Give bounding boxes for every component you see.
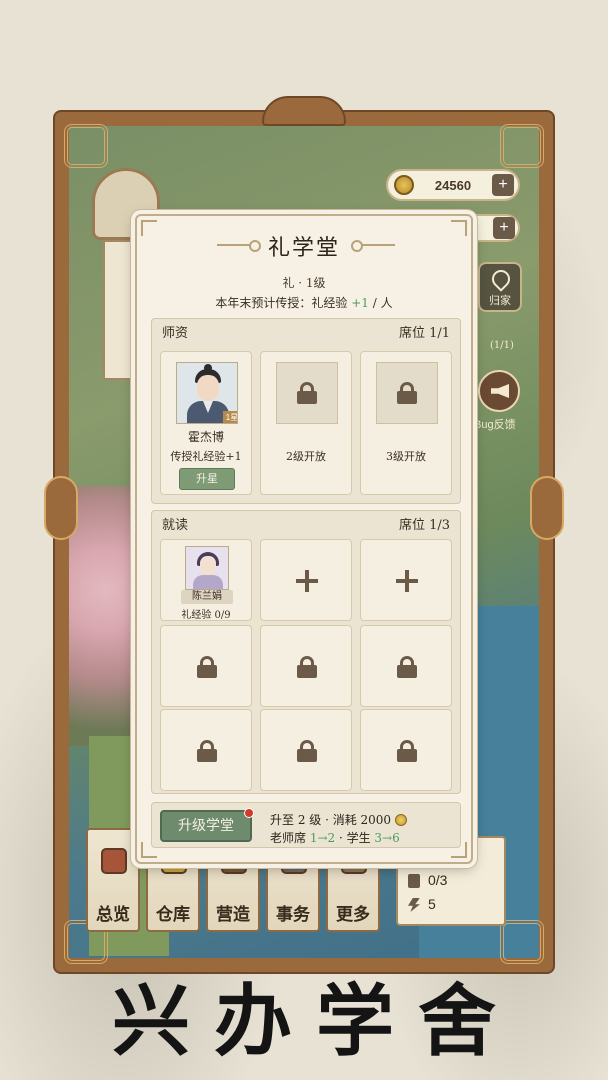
student-exp: 礼经验 0/9 bbox=[181, 610, 231, 621]
teacher-seat-change: 1→2 bbox=[309, 831, 336, 845]
locked-student-slot[interactable] bbox=[260, 625, 352, 707]
student-seat-label: · 学生 bbox=[335, 831, 375, 845]
coin-counter: 24560 + bbox=[386, 169, 520, 201]
coin-icon bbox=[394, 814, 407, 826]
locked-student-slot[interactable] bbox=[360, 625, 452, 707]
teachers-seats: 席位 1/1 bbox=[398, 325, 450, 341]
home-button[interactable]: 归家 bbox=[478, 262, 522, 312]
student-portrait[interactable] bbox=[185, 546, 229, 590]
student-seat-change: 3→6 bbox=[374, 831, 400, 845]
nav-tab-label: 事务 bbox=[276, 905, 310, 925]
level-text: 礼 · 1级 bbox=[282, 276, 326, 290]
teachers-title: 师资 bbox=[162, 325, 189, 341]
locked-student-slot[interactable] bbox=[360, 709, 452, 791]
upgrade-school-button[interactable]: 升级学堂 bbox=[160, 808, 254, 842]
teachers-section: 师资 席位 1/1 1星 霍杰博 传授礼经验+1 升星 2级开放 3级开放 bbox=[151, 318, 461, 504]
promo-banner-title: 兴办学舍 bbox=[111, 976, 520, 1067]
students-header: 就读 席位 1/3 bbox=[152, 511, 460, 535]
upgrade-cost-text: 升至 2 级 · 消耗 2000 bbox=[270, 811, 407, 828]
lock-icon bbox=[297, 656, 317, 678]
upgrade-benefit-text: 老师席 1→2 · 学生 3→6 bbox=[270, 829, 400, 846]
add-student-slot[interactable] bbox=[260, 539, 352, 621]
teacher-portrait[interactable]: 1星 bbox=[176, 362, 238, 424]
people-count: 0/3 bbox=[428, 872, 448, 888]
locked-teacher-slot[interactable]: 2级开放 bbox=[260, 351, 352, 495]
upgrade-cost-value: 2000 bbox=[360, 813, 392, 827]
megaphone-icon bbox=[491, 384, 509, 398]
nav-tab-overview[interactable]: 总览 bbox=[86, 828, 140, 932]
add-coins-button[interactable]: + bbox=[492, 174, 514, 196]
locked-student-slot[interactable] bbox=[160, 709, 252, 791]
student-name: 陈兰娟 bbox=[181, 590, 233, 604]
person-icon bbox=[408, 874, 420, 888]
plus-icon bbox=[296, 570, 318, 592]
locked-student-slot[interactable] bbox=[260, 709, 352, 791]
nav-tab-label: 总览 bbox=[96, 905, 130, 925]
energy-count: 5 bbox=[428, 896, 436, 912]
frame-side-ornament bbox=[44, 476, 78, 540]
title-ornament bbox=[351, 240, 395, 252]
bug-feedback-button[interactable] bbox=[478, 370, 520, 412]
frame-corner bbox=[500, 124, 544, 168]
seat-mini-label: (1/1) bbox=[490, 340, 514, 351]
coin-value: 24560 bbox=[434, 177, 472, 193]
school-dialog: 礼学堂 礼 · 1级 本年末预计传授：礼经验 +1 / 人 师资 席位 1/1 … bbox=[135, 214, 473, 864]
lock-icon bbox=[297, 382, 317, 404]
student-robe bbox=[193, 575, 223, 589]
plus-icon bbox=[396, 570, 418, 592]
students-title: 就读 bbox=[162, 517, 189, 533]
upgrade-bar: 升级学堂 升至 2 级 · 消耗 2000 老师席 1→2 · 学生 3→6 bbox=[151, 802, 461, 848]
frame-top-ornament bbox=[262, 96, 346, 126]
student-slot[interactable]: 陈兰娟 礼经验 0/9 bbox=[160, 539, 252, 621]
lock-frame bbox=[276, 362, 338, 424]
lock-icon bbox=[397, 382, 417, 404]
nav-tab-label: 营造 bbox=[216, 905, 250, 925]
locked-teacher-slot[interactable]: 3级开放 bbox=[360, 351, 452, 495]
dialog-title: 礼学堂 bbox=[267, 236, 340, 261]
teacher-bun bbox=[204, 364, 212, 372]
star-badge: 1星 bbox=[223, 411, 237, 423]
bug-feedback-label: Bug反馈 bbox=[474, 419, 516, 431]
students-seats: 席位 1/3 bbox=[398, 517, 450, 533]
locked-student-slot[interactable] bbox=[160, 625, 252, 707]
frame-corner bbox=[64, 124, 108, 168]
teacher-name: 霍杰博 bbox=[187, 430, 224, 444]
frame-side-ornament bbox=[530, 476, 564, 540]
lock-frame bbox=[376, 362, 438, 424]
teacher-face bbox=[197, 375, 219, 401]
forecast-prefix: 本年末预计传授：礼经验 bbox=[215, 296, 352, 310]
upgrade-cost-prefix: 升至 2 级 · 消耗 bbox=[270, 813, 361, 827]
teacher-desc: 传授礼经验+1 bbox=[170, 450, 242, 463]
forecast-value: +1 bbox=[351, 296, 369, 310]
coin-icon bbox=[394, 175, 414, 195]
forecast-suffix: / 人 bbox=[368, 296, 393, 310]
teachers-header: 师资 席位 1/1 bbox=[152, 319, 460, 343]
lock-icon bbox=[297, 740, 317, 762]
location-pin-icon bbox=[488, 266, 514, 292]
students-section: 就读 席位 1/3 陈兰娟 礼经验 0/9 bbox=[151, 510, 461, 794]
upgrade-star-button[interactable]: 升星 bbox=[179, 468, 235, 490]
unlock-caption: 2级开放 bbox=[286, 450, 326, 463]
home-button-label: 归家 bbox=[489, 294, 511, 307]
nav-tab-label: 仓库 bbox=[156, 905, 190, 925]
lock-icon bbox=[197, 740, 217, 762]
nav-tab-label: 更多 bbox=[336, 905, 370, 925]
forecast-text: 本年末预计传授：礼经验 +1 / 人 bbox=[137, 294, 471, 311]
lock-icon bbox=[397, 740, 417, 762]
scroll-icon bbox=[101, 848, 127, 874]
add-resource-button[interactable]: + bbox=[493, 217, 515, 239]
notification-dot bbox=[244, 808, 254, 818]
lightning-icon bbox=[408, 898, 420, 912]
add-student-slot[interactable] bbox=[360, 539, 452, 621]
lock-icon bbox=[397, 656, 417, 678]
upgrade-school-label: 升级学堂 bbox=[178, 818, 234, 834]
unlock-caption: 3级开放 bbox=[386, 450, 426, 463]
frame-corner bbox=[500, 920, 544, 964]
lock-icon bbox=[197, 656, 217, 678]
student-face bbox=[200, 556, 216, 576]
teacher-seat-label: 老师席 bbox=[270, 831, 310, 845]
teacher-slot[interactable]: 1星 霍杰博 传授礼经验+1 升星 bbox=[160, 351, 252, 495]
